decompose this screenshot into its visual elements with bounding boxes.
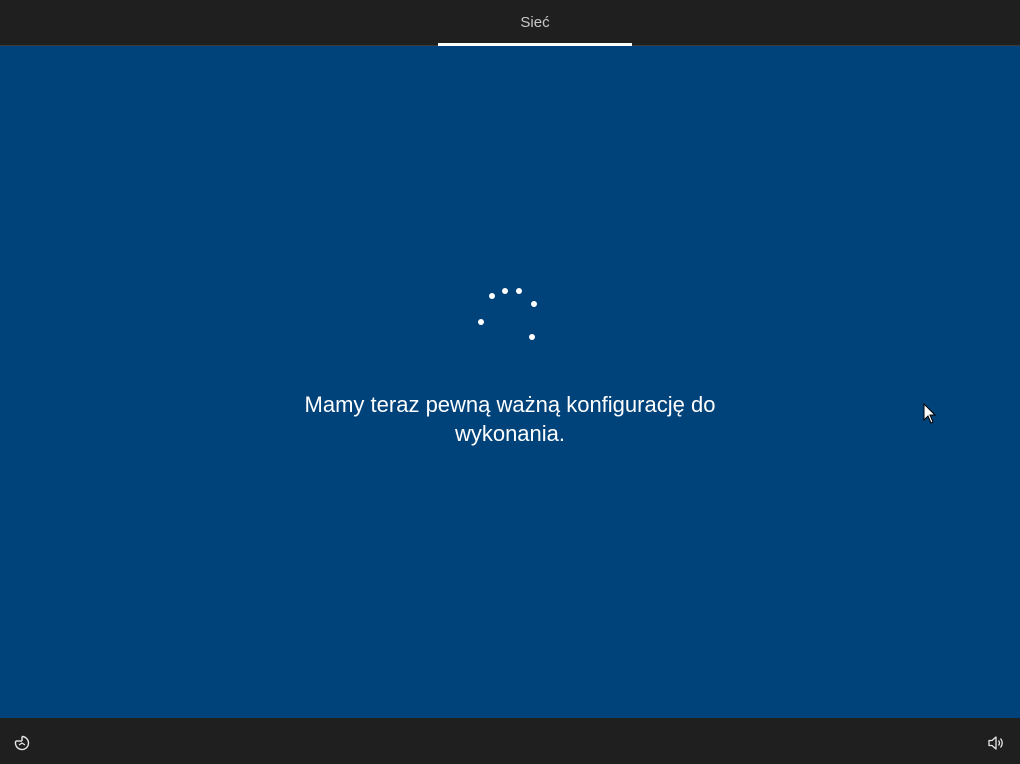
oobe-screen: Sieć Mamy teraz pewną ważną konfigurację…	[0, 0, 1020, 764]
volume-icon	[988, 736, 1003, 750]
top-bar: Sieć	[0, 0, 1020, 46]
mouse-cursor-icon	[923, 402, 937, 425]
setup-message: Mamy teraz pewną ważną konfigurację do w…	[304, 392, 716, 446]
ease-of-access-icon	[14, 735, 30, 751]
loading-dot	[531, 301, 537, 307]
bottom-bar	[0, 718, 1020, 764]
loading-spinner	[470, 280, 550, 350]
loading-dot	[516, 288, 522, 294]
loading-dot	[478, 319, 484, 325]
tab-network: Sieć	[520, 14, 550, 31]
loading-dot	[529, 334, 535, 340]
tab-active-underline	[438, 43, 632, 46]
ease-of-access-button[interactable]	[10, 731, 34, 755]
loading-dot	[502, 288, 508, 294]
volume-button[interactable]	[985, 731, 1009, 755]
loading-dot	[489, 293, 495, 299]
